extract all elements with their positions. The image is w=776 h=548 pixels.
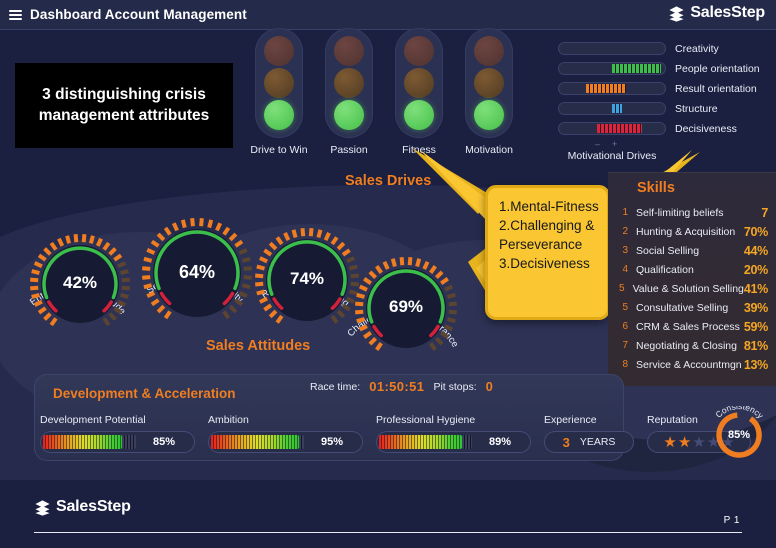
skill-name: Hunting & Acquisition bbox=[636, 225, 736, 238]
star-icon[interactable]: ★ bbox=[678, 435, 691, 450]
skills-heading: Skills bbox=[637, 180, 675, 196]
skill-name: Negotiating & Closing bbox=[636, 339, 737, 352]
metric-label: Development Potential bbox=[40, 414, 146, 426]
star-icon[interactable]: ★ bbox=[692, 435, 705, 450]
race-time-label: Race time: bbox=[310, 380, 361, 393]
skill-row[interactable]: 7 Negotiating & Closing 81% bbox=[612, 336, 768, 355]
callout-box[interactable]: 1.Mental-Fitness 2.Challenging & Perseve… bbox=[485, 185, 610, 320]
skill-value: 39% bbox=[743, 300, 768, 315]
skill-row[interactable]: 5 Consultative Selling 39% bbox=[612, 298, 768, 317]
metric-fill bbox=[379, 435, 462, 449]
skill-value: 13% bbox=[743, 357, 768, 372]
metric-value: 85% bbox=[152, 436, 176, 448]
metric-remainder bbox=[462, 435, 472, 449]
skills-panel: Skills 1 Self-limiting beliefs 7 2 Hunting &… bbox=[608, 172, 776, 386]
consistency-value: 85% bbox=[727, 429, 751, 441]
metric-value: 95% bbox=[320, 436, 344, 448]
skill-value: 81% bbox=[743, 338, 768, 353]
metric-label: Ambition bbox=[208, 414, 249, 426]
brand-name: SalesStep bbox=[56, 498, 131, 515]
skill-row[interactable]: 1 Self-limiting beliefs 7 bbox=[612, 203, 768, 222]
star-icon[interactable]: ★ bbox=[663, 435, 676, 450]
experience-metric: Experience 3 YEARS bbox=[544, 414, 634, 453]
skill-name: Consultative Selling bbox=[636, 301, 729, 314]
race-stats: Race time: 01:50:51 Pit stops: 0 bbox=[310, 379, 493, 394]
skill-name: CRM & Sales Process bbox=[636, 320, 740, 333]
skill-number: 5 bbox=[619, 283, 625, 294]
development-metrics: Development Potential 85% Ambition 95% Profe… bbox=[40, 414, 751, 453]
skill-number: 6 bbox=[622, 321, 628, 332]
metric-bar: Professional Hygiene 89% bbox=[376, 414, 531, 453]
skill-number: 1 bbox=[622, 207, 628, 218]
skill-value: 59% bbox=[743, 319, 768, 334]
skill-row[interactable]: 2 Hunting & Acquisition 70% bbox=[612, 222, 768, 241]
metric-remainder bbox=[122, 435, 136, 449]
skills-list: 1 Self-limiting beliefs 7 2 Hunting & Acquis… bbox=[612, 203, 768, 374]
skill-number: 7 bbox=[622, 340, 628, 351]
metric-fill bbox=[211, 435, 299, 449]
metric-value: 89% bbox=[488, 436, 512, 448]
metric-bar: Ambition 95% bbox=[208, 414, 363, 453]
metric-pill[interactable]: 95% bbox=[208, 431, 363, 453]
experience-label: Experience bbox=[544, 414, 597, 426]
skill-row[interactable]: 5 Value & Solution Selling 41% bbox=[612, 279, 768, 298]
skill-number: 4 bbox=[622, 264, 628, 275]
metric-pill[interactable]: 85% bbox=[40, 431, 195, 453]
skill-row[interactable]: 6 CRM & Sales Process 59% bbox=[612, 317, 768, 336]
skill-name: Self-limiting beliefs bbox=[636, 206, 724, 219]
consistency-gauge: Consistency 85% bbox=[710, 401, 768, 464]
experience-value: 3 bbox=[562, 434, 570, 450]
skill-row[interactable]: 8 Service & Accountmgn 13% bbox=[612, 355, 768, 374]
skill-row[interactable]: 3 Social Selling 44% bbox=[612, 241, 768, 260]
svg-text:Consistency: Consistency bbox=[713, 406, 766, 421]
skill-value: 20% bbox=[743, 262, 768, 277]
metric-pill[interactable]: 89% bbox=[376, 431, 531, 453]
metric-label: Professional Hygiene bbox=[376, 414, 476, 426]
skill-number: 8 bbox=[622, 359, 628, 370]
skill-number: 2 bbox=[622, 226, 628, 237]
layers-icon bbox=[35, 499, 50, 516]
skill-value: 7 bbox=[761, 205, 768, 220]
footer-brand: SalesStep bbox=[34, 498, 131, 516]
skill-row[interactable]: 4 Qualification 20% bbox=[612, 260, 768, 279]
skill-value: 44% bbox=[743, 243, 768, 258]
page-number: P 1 bbox=[723, 515, 740, 526]
development-heading: Development & Acceleration bbox=[53, 386, 236, 401]
metric-bar: Development Potential 85% bbox=[40, 414, 195, 453]
skill-value: 41% bbox=[743, 281, 768, 296]
pit-stops-label: Pit stops: bbox=[433, 380, 477, 393]
page-footer: SalesStep P 1 bbox=[0, 480, 776, 548]
experience-unit: YEARS bbox=[579, 436, 616, 448]
callout-text: 1.Mental-Fitness 2.Challenging & Perseve… bbox=[499, 199, 599, 272]
experience-pill[interactable]: 3 YEARS bbox=[544, 431, 634, 453]
pit-stops-value: 0 bbox=[485, 379, 494, 394]
skill-value: 70% bbox=[743, 224, 768, 239]
skill-name: Service & Accountmgn bbox=[636, 358, 742, 371]
metric-fill bbox=[43, 435, 122, 449]
dashboard-stage: Dashboard Account Management SalesStep 3… bbox=[0, 0, 776, 548]
skill-name: Qualification bbox=[636, 263, 694, 276]
skill-name: Social Selling bbox=[636, 244, 700, 257]
skill-number: 5 bbox=[622, 302, 628, 313]
skill-number: 3 bbox=[622, 245, 628, 256]
skill-name: Value & Solution Selling bbox=[632, 282, 744, 295]
race-time-value: 01:50:51 bbox=[369, 379, 425, 394]
footer-divider bbox=[34, 532, 742, 533]
